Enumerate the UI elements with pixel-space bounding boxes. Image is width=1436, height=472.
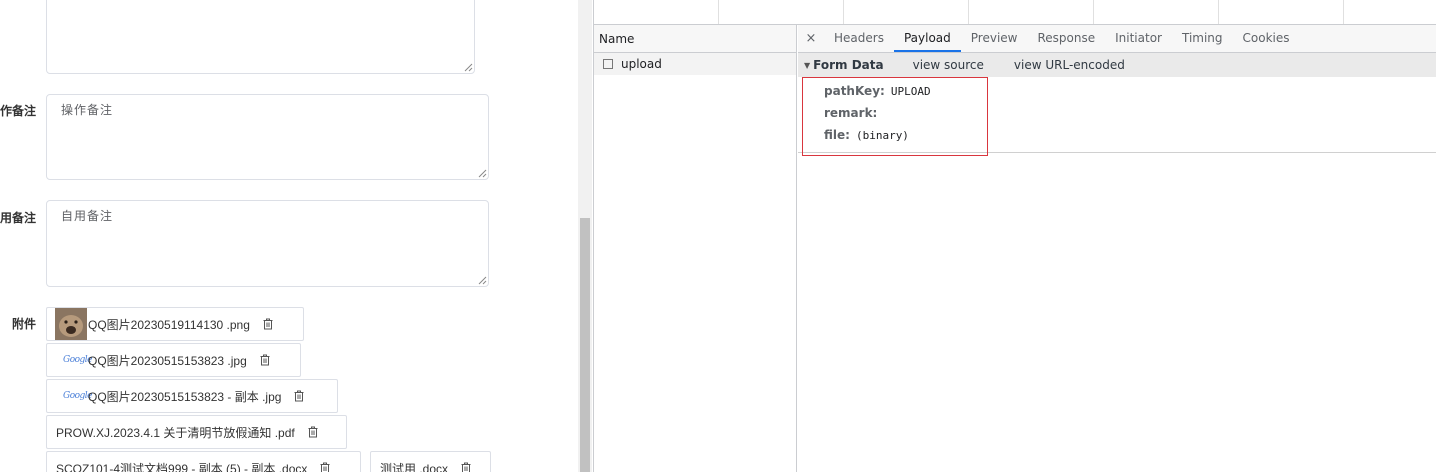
resize-grip-icon[interactable] [478, 276, 487, 285]
attachment-item[interactable]: Google QQ图片20230515153823 - 副本 .jpg [46, 379, 338, 413]
tab-headers[interactable]: Headers [824, 25, 894, 52]
attachment-name[interactable]: QQ图片20230515153823 - 副本 .jpg [88, 388, 281, 405]
attachment-item[interactable]: SCQZ101-4测试文档999 - 副本 (5) - 副本 .docx [46, 451, 361, 472]
attachment-name[interactable]: QQ图片20230519114130 .png [88, 316, 250, 333]
attachment-item[interactable]: QQ图片20230519114130 .png [46, 307, 304, 341]
operation-remark-value: 操作备注 [61, 103, 114, 117]
devtools-network-panel: Name upload × Headers Payload Preview Re… [594, 0, 1436, 472]
attachment-name[interactable]: PROW.XJ.2023.4.1 关于清明节放假通知 .pdf [56, 424, 295, 441]
tab-initiator[interactable]: Initiator [1105, 25, 1172, 52]
delete-icon[interactable] [262, 318, 274, 330]
attachment-item[interactable]: PROW.XJ.2023.4.1 关于清明节放假通知 .pdf [46, 415, 347, 449]
delete-icon[interactable] [293, 390, 305, 402]
resize-grip-icon[interactable] [464, 63, 473, 72]
google-icon: Google [63, 355, 93, 365]
request-row[interactable]: upload [594, 53, 796, 75]
collapse-triangle-icon[interactable]: ▼ [804, 61, 810, 70]
usage-remark-textarea[interactable]: 自用备注 [46, 200, 489, 287]
form-data-header[interactable]: ▼ Form Data view source view URL-encoded [798, 53, 1436, 77]
close-icon[interactable]: × [798, 25, 824, 52]
view-source-link[interactable]: view source [913, 58, 984, 72]
tab-cookies[interactable]: Cookies [1233, 25, 1300, 52]
request-name[interactable]: upload [621, 57, 662, 71]
annotation-highlight-box [802, 77, 988, 156]
form-data-title[interactable]: Form Data [813, 58, 883, 72]
top-textarea[interactable] [46, 0, 475, 74]
attachment-name[interactable]: QQ图片20230515153823 .jpg [88, 352, 247, 369]
form-panel: 作备注 操作备注 用备注 自用备注 附件 QQ图片20230519114130 … [0, 0, 578, 472]
operation-remark-textarea[interactable]: 操作备注 [46, 94, 489, 180]
delete-icon[interactable] [307, 426, 319, 438]
request-list: Name upload [594, 25, 797, 472]
tab-preview[interactable]: Preview [961, 25, 1028, 52]
image-thumbnail-icon [55, 308, 87, 340]
delete-icon[interactable] [259, 354, 271, 366]
usage-remark-value: 自用备注 [61, 209, 114, 223]
attachment-name[interactable]: 测试用 .docx [380, 460, 448, 472]
attachment-item[interactable]: Google QQ图片20230515153823 .jpg [46, 343, 301, 377]
name-column-header[interactable]: Name [594, 25, 796, 53]
tab-response[interactable]: Response [1027, 25, 1105, 52]
resize-grip-icon[interactable] [478, 169, 487, 178]
delete-icon[interactable] [460, 462, 472, 472]
attachment-item[interactable]: 测试用 .docx [370, 451, 491, 472]
attachment-name[interactable]: SCQZ101-4测试文档999 - 副本 (5) - 副本 .docx [56, 460, 307, 472]
tab-payload[interactable]: Payload [893, 25, 961, 52]
detail-tabs: × Headers Payload Preview Response Initi… [798, 25, 1436, 53]
tab-timing[interactable]: Timing [1172, 25, 1233, 52]
usage-remark-label: 用备注 [0, 211, 36, 225]
attachments-label: 附件 [11, 317, 36, 331]
scrollbar-thumb[interactable] [580, 218, 590, 472]
google-icon: Google [63, 391, 93, 401]
view-url-encoded-link[interactable]: view URL-encoded [1014, 58, 1125, 72]
network-overview [594, 0, 1436, 25]
panel-scrollbar[interactable] [578, 0, 592, 472]
checkbox-icon [603, 59, 613, 69]
delete-icon[interactable] [319, 462, 331, 472]
operation-remark-label: 作备注 [0, 104, 36, 118]
